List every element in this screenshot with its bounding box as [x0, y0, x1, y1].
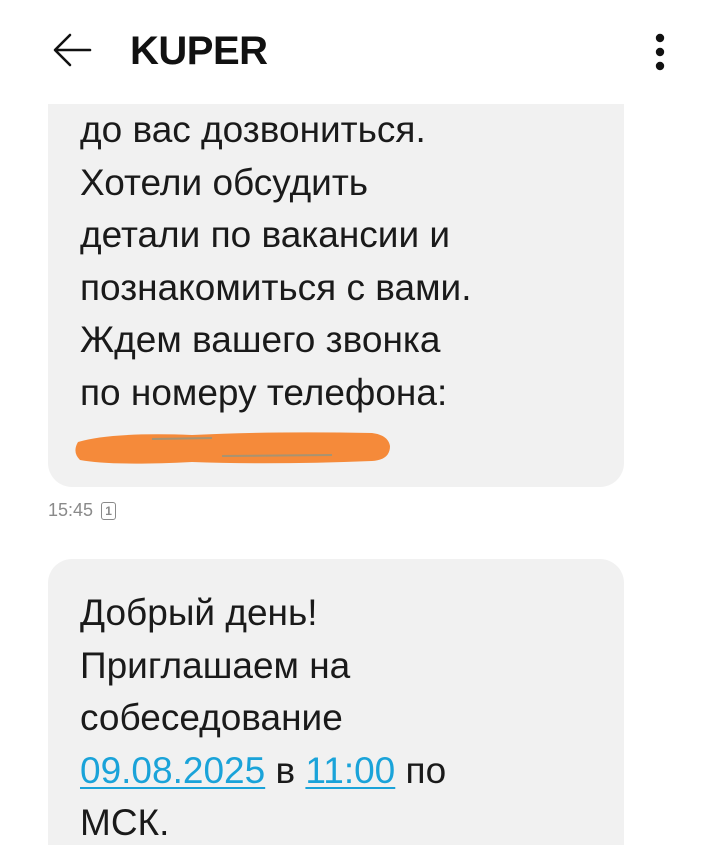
- message-line: МСК.: [80, 802, 170, 844]
- time-link[interactable]: 11:00: [305, 750, 395, 791]
- message-bubble[interactable]: Добрый день! Приглашаем на собеседование…: [48, 559, 624, 845]
- sms-conversation-screen: до вас дозвониться. Хотели обсудить дета…: [0, 0, 720, 845]
- message-line: познакомиться с вами.: [80, 266, 472, 308]
- message-line: до вас дозвониться.: [80, 109, 426, 150]
- date-link[interactable]: 09.08.2025: [80, 750, 265, 791]
- message-line: детали по вакансии и: [80, 214, 451, 256]
- arrow-left-icon: [53, 33, 92, 67]
- message-line: Ждем вашего звонка: [80, 319, 441, 361]
- message-text-fragment: в: [265, 749, 306, 791]
- message-meta: 15:45 1: [48, 500, 117, 521]
- message-line: собеседование: [80, 697, 343, 739]
- redacted-phone-number: [75, 432, 390, 464]
- message-line: Хотели обсудить: [80, 161, 369, 203]
- message-line: по номеру телефона:: [80, 371, 448, 413]
- message-line: Добрый день!: [80, 592, 318, 633]
- message-text-fragment: по: [395, 749, 447, 791]
- sim-number: 1: [105, 503, 112, 518]
- message-text: до вас дозвониться. Хотели обсудить дета…: [80, 104, 471, 420]
- message-line: Приглашаем на: [80, 644, 351, 686]
- sim-card-icon: 1: [101, 501, 117, 520]
- more-options-button[interactable]: [638, 24, 682, 80]
- app-bar: KUPER: [0, 0, 720, 104]
- more-vertical-icon: [655, 33, 665, 71]
- conversation-title: KUPER: [130, 29, 268, 73]
- message-text: Добрый день! Приглашаем на собеседование…: [80, 587, 446, 845]
- message-time: 15:45: [48, 500, 94, 520]
- back-button[interactable]: [44, 22, 100, 78]
- message-bubble[interactable]: до вас дозвониться. Хотели обсудить дета…: [48, 60, 624, 487]
